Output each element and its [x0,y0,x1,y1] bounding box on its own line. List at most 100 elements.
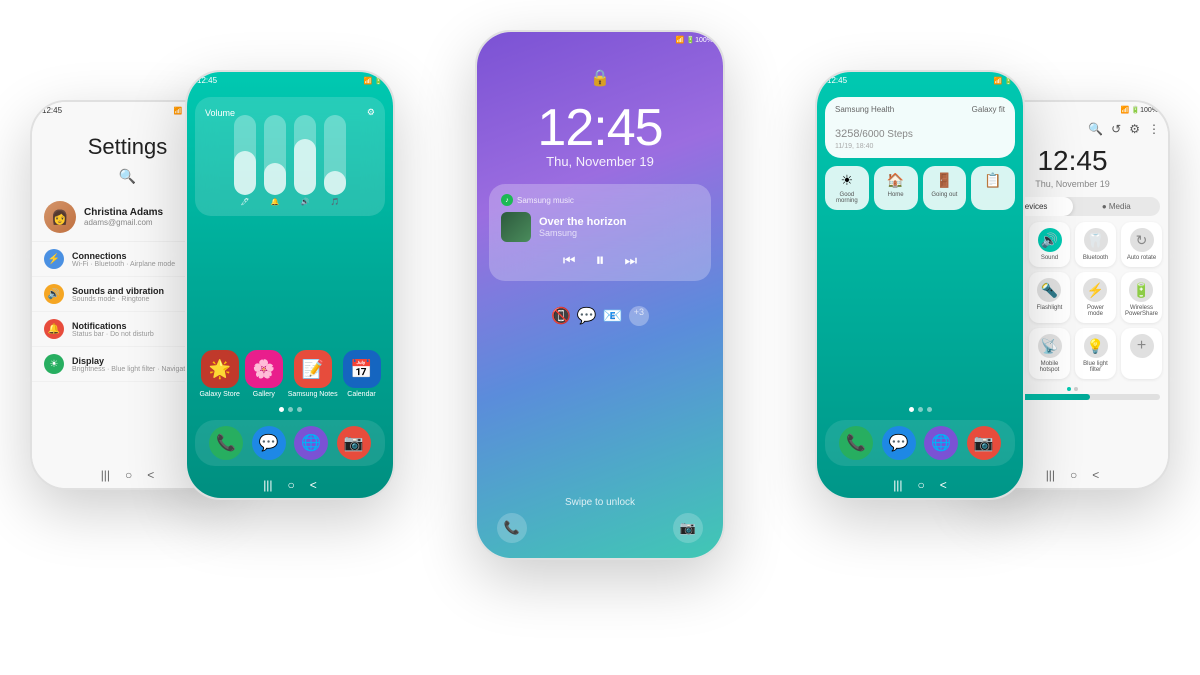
dock-camera-health[interactable]: 📷 [967,426,1001,460]
page-dots-health [817,403,1023,416]
powermode-icon: ⚡ [1083,278,1107,302]
phone-health: 12:45 📶 🔋 Samsung Health Galaxy fit 3258… [815,70,1025,500]
swipe-text: Swipe to unlock [565,497,635,508]
dock-messages-health[interactable]: 💬 [882,426,916,460]
nav-back-home[interactable]: ||| [263,478,272,492]
music-app-icon: ♪ [501,194,513,206]
sounds-sub: Sounds mode · Ringtone [72,296,164,303]
music-notification: ♪ Samsung music Over the horizon Samsung… [489,184,711,281]
notifications-sub: Status bar · Do not disturb [72,331,154,338]
app-samsung-notes[interactable]: 📝 Samsung Notes [288,350,338,398]
phone-lock: 📶 🔋100% 🔒 12:45 Thu, November 19 ♪ Samsu… [475,30,725,560]
phone-shortcut[interactable]: 📞 [497,513,527,543]
home-screen: 12:45 📶 🔋 Volume ⚙ 🖊 [187,72,393,498]
music-app-name: ♪ Samsung music [501,194,699,206]
dock-phone[interactable]: 📞 [209,426,243,460]
connections-sub: Wi-Fi · Bluetooth · Airplane mode [72,261,175,268]
dock-browser-health[interactable]: 🌐 [924,426,958,460]
app-galaxy-store[interactable]: 🌟 Galaxy Store [199,350,239,398]
phone-home: 12:45 📶 🔋 Volume ⚙ 🖊 [185,70,395,500]
status-bar-home: 12:45 📶 🔋 [187,72,393,89]
vol-slider-4: 🎵 [324,115,346,206]
tab-media[interactable]: ● Media [1073,197,1161,216]
hotspot-icon: 📡 [1038,334,1062,358]
qs-more-icon[interactable]: ⋮ [1148,122,1160,136]
nav-recents-health[interactable]: < [940,478,947,492]
qs-search-icon[interactable]: 🔍 [1088,122,1103,136]
message-icon: 💬 [577,306,597,326]
widget-extra[interactable]: 📋 [971,166,1015,210]
flashlight-icon: 🔦 [1037,278,1061,302]
nav-home[interactable]: ○ [125,468,132,482]
qs-tile-flashlight[interactable]: 🔦 Flashlight [1029,272,1070,323]
app-calendar[interactable]: 📅 Calendar [343,350,381,398]
lock-date: Thu, November 19 [546,154,654,169]
steps-goal-label: /6000 Steps [859,129,912,140]
time-health: 12:45 [827,76,847,85]
notification-icons: 📵 💬 📧 +3 [551,306,649,326]
vol-slider-1: 🖊 [234,115,256,206]
dock-browser[interactable]: 🌐 [294,426,328,460]
music-info: Over the horizon Samsung [501,212,699,242]
status-bar-health: 12:45 📶 🔋 [817,72,1023,89]
nav-bar-home: ||| ○ < [187,472,393,498]
health-card: Samsung Health Galaxy fit 3258/6000 Step… [825,97,1015,158]
nav-home-health[interactable]: ○ [918,478,925,492]
qs-refresh-icon[interactable]: ↺ [1111,122,1121,136]
prev-btn[interactable]: ⏮ [563,252,576,269]
widget-home[interactable]: 🏠 Home [874,166,918,210]
qs-tile-hotspot[interactable]: 📡 Mobile hotspot [1029,328,1070,379]
sounds-icon: 🔊 [44,284,64,304]
widget-good-morning[interactable]: ☀ Good morning [825,166,869,210]
qs-tile-add[interactable]: + [1121,328,1162,379]
nav-recents-home[interactable]: < [310,478,317,492]
next-btn[interactable]: ⏭ [625,252,638,269]
nav-home-btn[interactable]: ○ [288,478,295,492]
time-settings: 12:45 [42,106,62,115]
health-steps: 3258/6000 Steps [835,117,913,142]
nav-back-qs[interactable]: ||| [1046,468,1055,482]
qs-tile-powershare[interactable]: 🔋 Wireless PowerShare [1121,272,1162,323]
camera-shortcut[interactable]: 📷 [673,513,703,543]
nav-back[interactable]: ||| [101,468,110,482]
dock-phone-health[interactable]: 📞 [839,426,873,460]
profile-info: Christina Adams adams@gmail.com [84,207,163,227]
health-date: 11/19, 18:40 [835,143,1005,150]
more-notifs: +3 [629,306,649,326]
lock-bottom-bar: 📞 📷 [477,513,723,543]
widget-going-out[interactable]: 🚪 Going out [923,166,967,210]
page-dots [187,403,393,416]
dock-camera[interactable]: 📷 [337,426,371,460]
health-card-header: Samsung Health Galaxy fit [835,105,1005,114]
qs-settings-icon[interactable]: ⚙ [1129,122,1140,136]
qs-tile-bluelight[interactable]: 💡 Blue light filter [1075,328,1116,379]
qs-tile-autorotate[interactable]: ↻ Auto rotate [1121,222,1162,267]
connections-icon: ⚡ [44,249,64,269]
volume-header: Volume ⚙ [205,107,375,118]
qs-tile-powermode[interactable]: ⚡ Power mode [1075,272,1116,323]
nav-home-qs[interactable]: ○ [1070,468,1077,482]
nav-recents-qs[interactable]: < [1092,468,1099,482]
dock: 📞 💬 🌐 📷 [195,420,385,466]
qs-tile-sound[interactable]: 🔊 Sound [1029,222,1070,267]
search-icon[interactable]: 🔍 [119,168,136,185]
dock-messages[interactable]: 💬 [252,426,286,460]
lock-time: 12:45 [537,98,662,158]
music-art [501,212,531,242]
app-gallery[interactable]: 🌸 Gallery [245,350,283,398]
widget-grid: ☀ Good morning 🏠 Home 🚪 Going out 📋 [825,166,1015,210]
qs-tile-bluetooth[interactable]: 🦷 Bluetooth [1075,222,1116,267]
volume-panel: Volume ⚙ 🖊 🔔 🔊 [195,97,385,216]
time-home: 12:45 [197,76,217,85]
health-screen: 12:45 📶 🔋 Samsung Health Galaxy fit 3258… [817,72,1023,498]
volume-settings-icon[interactable]: ⚙ [367,107,375,118]
nav-back-health[interactable]: ||| [893,478,902,492]
sounds-label: Sounds and vibration [72,286,164,296]
vol-slider-2: 🔔 [264,115,286,206]
powershare-icon: 🔋 [1129,278,1153,302]
play-btn[interactable]: ⏸ [596,250,605,271]
showcase: 12:45 📶 🔋 100% Settings 🔍 👩 Christina Ad… [0,0,1200,675]
nav-recents[interactable]: < [147,468,154,482]
health-device: Galaxy fit [972,105,1005,114]
display-icon: ☀ [44,354,64,374]
